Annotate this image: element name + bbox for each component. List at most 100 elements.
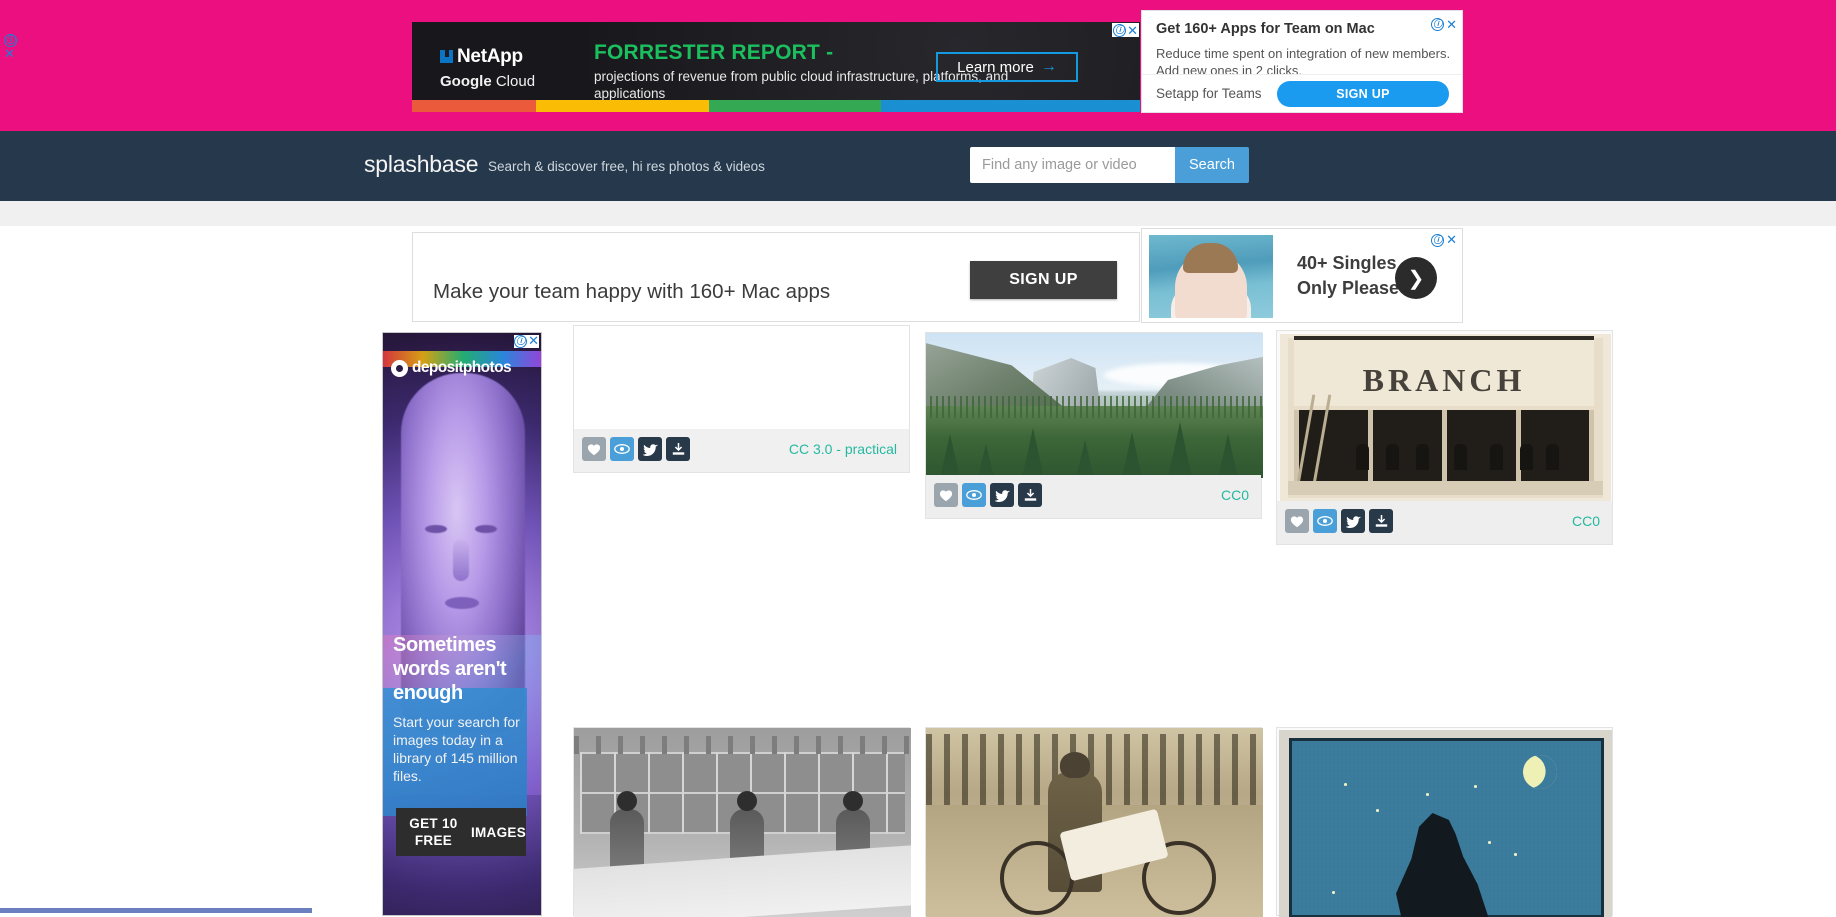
learn-more-label: Learn more — [957, 59, 1034, 76]
star-dot — [1474, 785, 1477, 788]
media-card-yosemite[interactable]: CC0 — [925, 332, 1262, 519]
adchoices-info-icon[interactable]: ⓘ — [1431, 234, 1444, 247]
porch-post — [1589, 410, 1594, 486]
stripe-segment — [709, 100, 882, 112]
setapp-signup-button[interactable]: SIGN UP — [1277, 81, 1449, 107]
store-sign-board: BRANCH — [1294, 336, 1594, 406]
page-loading-bar — [0, 908, 312, 913]
twitter-icon[interactable] — [990, 483, 1014, 507]
seated-person — [1546, 444, 1559, 470]
adchoices-control-setapp[interactable]: ⓘ ✕ — [1431, 18, 1457, 31]
close-icon[interactable]: ✕ — [1127, 25, 1138, 36]
motorcycle-photo[interactable] — [926, 728, 1263, 917]
adchoices-info-icon[interactable]: ⓘ — [514, 335, 527, 348]
pine-tree — [1076, 440, 1094, 478]
star-dot — [1344, 783, 1347, 786]
arrow-right-icon[interactable]: ❯ — [1395, 257, 1437, 299]
seated-person — [1386, 444, 1399, 470]
yosemite-photo[interactable] — [926, 333, 1263, 478]
adchoices-info-icon[interactable]: ⓘ — [1431, 18, 1444, 31]
search-button[interactable]: Search — [1175, 147, 1249, 183]
depositphotos-logo-text: depositphotos — [412, 359, 511, 377]
singles-ad-line2: Only Please — [1297, 276, 1399, 301]
seated-person — [1416, 444, 1429, 470]
illustration-plate — [1289, 738, 1604, 917]
media-card-branch[interactable]: BRANCH CC0 — [1276, 330, 1613, 545]
statue-mouth — [445, 597, 479, 609]
site-logo[interactable]: splashbase — [364, 151, 478, 178]
setapp-popup-ad[interactable]: Get 160+ Apps for Team on Mac Reduce tim… — [1141, 10, 1463, 113]
setapp-banner-headline: Make your team happy with 160+ Mac apps — [433, 277, 993, 307]
branch-storefront-photo[interactable]: BRANCH — [1280, 334, 1611, 501]
skyscraper-headline: Sometimes words aren't enough — [393, 633, 533, 705]
singles-ad-line1: 40+ Singles — [1297, 251, 1399, 276]
media-card-wolf-moon[interactable] — [1276, 727, 1613, 916]
pine-tree — [1218, 434, 1238, 478]
star-dot — [1514, 853, 1517, 856]
card-footer: CC0 — [1277, 501, 1612, 544]
wolf-illustration[interactable] — [1279, 730, 1612, 917]
card-action-buttons — [582, 437, 690, 461]
netapp-color-stripes — [412, 100, 1140, 112]
google-word: Google — [440, 73, 492, 90]
seated-person — [1490, 444, 1503, 470]
video-surface[interactable] — [574, 326, 909, 431]
close-icon[interactable]: ✕ — [528, 335, 539, 348]
statue-eye-right — [475, 525, 497, 533]
setapp-wide-banner-ad[interactable]: Make your team happy with 160+ Mac apps … — [412, 232, 1140, 322]
stripe-segment — [412, 100, 536, 112]
download-icon[interactable] — [1018, 483, 1042, 507]
statue-eye-left — [425, 525, 447, 533]
license-extra-link[interactable]: practical — [845, 441, 897, 457]
close-icon[interactable]: ✕ — [4, 48, 17, 59]
singles-dating-ad[interactable]: 40+ Singles Only Please ❯ ⓘ ✕ — [1141, 228, 1463, 323]
setapp-brand-label: Setapp for Teams — [1156, 86, 1262, 101]
card-footer: CC 3.0 - practical — [574, 429, 909, 472]
ad-headline: FORRESTER REPORT - — [594, 41, 833, 65]
favorite-icon[interactable] — [934, 483, 958, 507]
eye-icon[interactable] — [610, 437, 634, 461]
eye-icon[interactable] — [1313, 509, 1337, 533]
pine-tree — [1168, 422, 1192, 478]
stripe-segment — [881, 100, 1140, 112]
get-free-images-button[interactable]: GET 10 FREE IMAGES — [396, 808, 526, 856]
photo-figure-hair — [1183, 243, 1238, 273]
license-name: CC 3.0 — [789, 441, 833, 457]
sewing-workshop-photo[interactable] — [574, 728, 911, 917]
media-card-sewing-workshop[interactable] — [573, 727, 910, 916]
card-footer: CC0 — [926, 475, 1261, 518]
twitter-icon[interactable] — [638, 437, 662, 461]
seated-person — [1454, 444, 1467, 470]
favorite-icon[interactable] — [1285, 509, 1309, 533]
netapp-logo-text: NetApp — [457, 46, 523, 67]
porch-posts — [1294, 410, 1594, 486]
netapp-logo: NetApp — [440, 46, 523, 68]
close-icon[interactable]: ✕ — [1446, 234, 1457, 247]
adchoices-control-singles[interactable]: ⓘ ✕ — [1431, 234, 1457, 247]
eye-icon[interactable] — [962, 483, 986, 507]
media-card-video[interactable]: 0:00 CC 3.0 - practical — [573, 325, 910, 473]
learn-more-button[interactable]: Learn more → — [936, 52, 1078, 82]
adchoices-info-icon[interactable]: ⓘ — [1113, 24, 1126, 37]
setapp-banner-signup-button[interactable]: SIGN UP — [970, 261, 1117, 299]
netapp-logo-mark — [440, 50, 453, 63]
singles-ad-headline: 40+ Singles Only Please — [1297, 251, 1399, 301]
adchoices-control-banner[interactable]: ⓘ ✕ — [4, 34, 17, 59]
depositphotos-skyscraper-ad[interactable]: depositphotos Sometimes words aren't eno… — [382, 332, 542, 916]
adchoices-control-skyscraper[interactable]: ⓘ ✕ — [514, 335, 539, 348]
seated-person — [1520, 444, 1533, 470]
license-separator: - — [836, 441, 841, 457]
download-icon[interactable] — [666, 437, 690, 461]
pine-tree — [940, 434, 960, 478]
adchoices-control-netapp[interactable]: ⓘ ✕ — [1112, 23, 1139, 37]
star-dot — [1376, 809, 1379, 812]
download-icon[interactable] — [1369, 509, 1393, 533]
favorite-icon[interactable] — [582, 437, 606, 461]
twitter-icon[interactable] — [1341, 509, 1365, 533]
netapp-leaderboard-ad[interactable]: NetApp Google Cloud FORRESTER REPORT - p… — [412, 22, 1140, 112]
porch-post — [1442, 410, 1447, 486]
search-input[interactable] — [970, 147, 1175, 183]
camera-icon — [391, 360, 408, 377]
media-card-motorcycle[interactable] — [925, 727, 1262, 916]
close-icon[interactable]: ✕ — [1446, 19, 1457, 30]
